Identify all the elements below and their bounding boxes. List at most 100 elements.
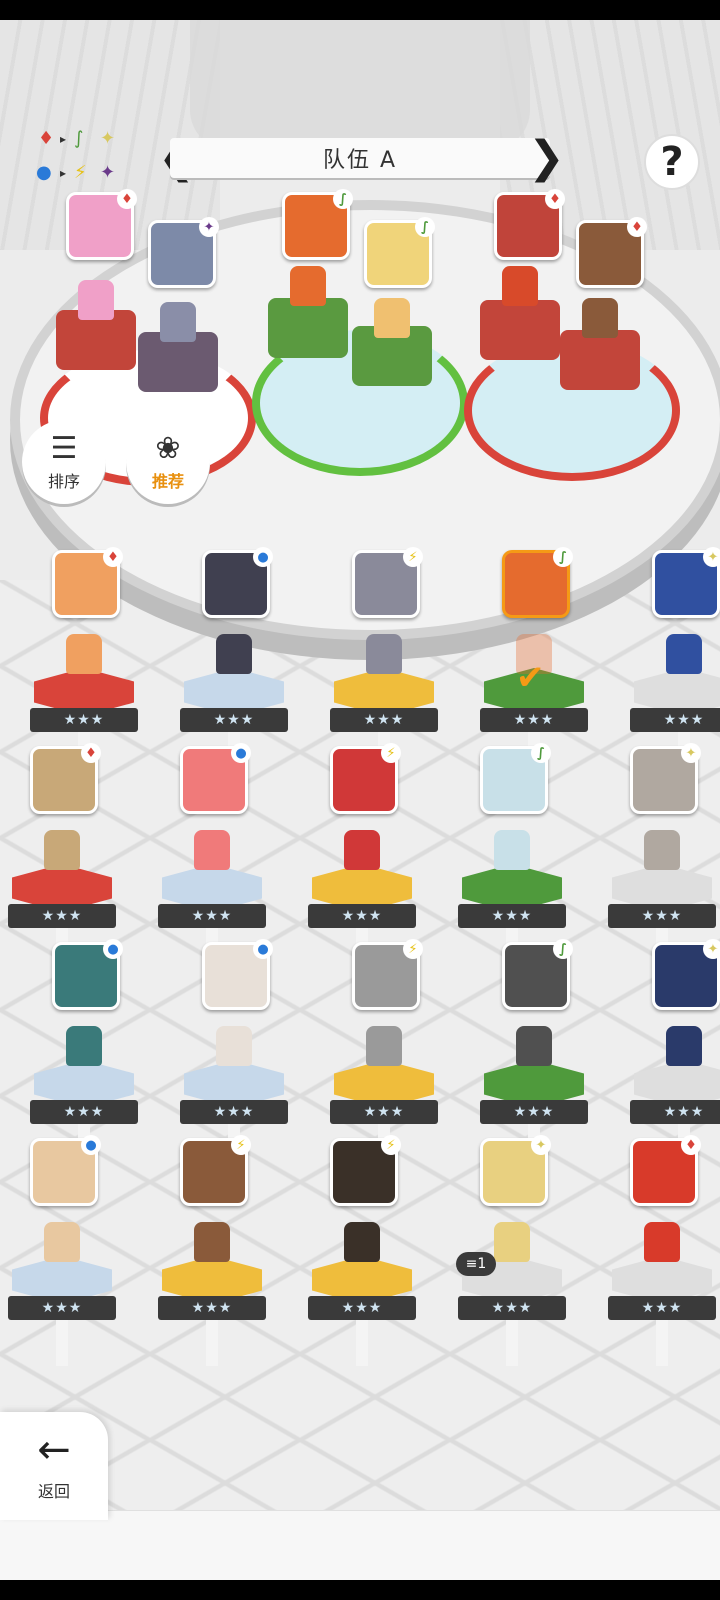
fire-icon: ♦	[81, 743, 101, 763]
roster-character-avatar[interactable]: ✦	[652, 547, 720, 618]
leaf-icon: ∫	[553, 939, 573, 959]
roster-sprite	[344, 830, 380, 870]
leaf-icon: ∫	[333, 189, 353, 209]
roster-sprite	[344, 1222, 380, 1262]
roster-pedestal: ★★★	[180, 668, 288, 778]
game-screen: ♦ ▸ ∫ ✦ ● ▸ ⚡ ✦ ❮ 队伍 A ❯ ? ♦ ✦ ∫ ∫ ♦ ♦ ☰…	[0, 20, 720, 1580]
thunder-icon: ⚡	[403, 547, 423, 567]
light-icon: ✦	[100, 128, 116, 149]
leaf-icon: ∫	[531, 743, 551, 763]
roster-character-avatar[interactable]: ⚡	[352, 547, 423, 618]
element-cycle-legend[interactable]: ♦ ▸ ∫ ✦ ● ▸ ⚡ ✦	[34, 128, 134, 198]
roster-character-avatar[interactable]: ✦	[480, 1135, 551, 1206]
roster-character-avatar[interactable]: ♦	[52, 547, 123, 618]
team-slot-avatar[interactable]: ♦	[494, 189, 565, 260]
roster-pedestal: ★★★	[158, 1256, 266, 1366]
fire-icon: ♦	[545, 189, 565, 209]
back-button[interactable]: ← 返回	[0, 1412, 108, 1520]
roster-pedestal: ★★★	[308, 1256, 416, 1366]
team-title: 队伍 A	[322, 148, 398, 173]
roster-pedestal: ★★★	[30, 1060, 138, 1170]
arrow-icon: ▸	[60, 166, 67, 180]
arrow-icon: ▸	[60, 132, 67, 146]
recommend-label: 推荐	[151, 472, 184, 491]
roster-sprite	[494, 830, 530, 870]
thunder-icon: ⚡	[403, 939, 423, 959]
roster-character-avatar[interactable]: ●	[202, 939, 273, 1010]
roster-sprite	[366, 634, 402, 674]
star-rating: ★★★	[630, 1100, 720, 1124]
team-slot-avatar[interactable]: ♦	[576, 217, 647, 288]
recommend-icon: ❀	[155, 431, 181, 466]
pedestal-pole	[656, 1320, 668, 1366]
roster-character-avatar[interactable]: ♦	[30, 743, 101, 814]
roster-pedestal: ★★★	[608, 864, 716, 974]
team-slot-avatar[interactable]: ♦	[66, 189, 137, 260]
team-slot-avatar[interactable]: ∫	[282, 189, 353, 260]
dark-icon: ✦	[100, 162, 116, 183]
light-icon: ✦	[703, 939, 720, 959]
team-title-bar: 队伍 A	[170, 138, 550, 178]
roster-sprite	[66, 1026, 102, 1066]
roster-pedestal: ★★★	[158, 864, 266, 974]
roster-character-avatar[interactable]: ●	[52, 939, 123, 1010]
star-rating: ★★★	[8, 1296, 116, 1320]
fire-icon: ♦	[627, 217, 647, 237]
roster-character-avatar[interactable]: ⚡	[330, 1135, 401, 1206]
roster-pedestal: ★★★	[30, 668, 138, 778]
pedestal-pole	[206, 1320, 218, 1366]
roster-character-avatar[interactable]: ✦	[630, 743, 701, 814]
roster-character-avatar[interactable]: ●	[202, 547, 273, 618]
roster-character-avatar[interactable]: ∫	[502, 547, 573, 618]
fire-icon: ♦	[117, 189, 137, 209]
roster-pedestal: ★★★	[458, 864, 566, 974]
roster-character-avatar[interactable]: ⚡	[180, 1135, 251, 1206]
water-icon: ●	[253, 939, 273, 959]
roster-character-avatar[interactable]: ●	[30, 1135, 101, 1206]
roster-pedestal: ★★★	[180, 1060, 288, 1170]
team-slot-avatar[interactable]: ∫	[364, 217, 435, 288]
roster-character-avatar[interactable]: ⚡	[330, 743, 401, 814]
star-rating: ★★★	[330, 1100, 438, 1124]
team-block	[560, 330, 640, 390]
thunder-icon: ⚡	[74, 162, 87, 183]
recommend-button[interactable]: ❀ 推荐	[126, 420, 210, 504]
roster-character-avatar[interactable]: ●	[180, 743, 251, 814]
roster-sprite	[644, 830, 680, 870]
star-rating: ★★★	[8, 904, 116, 928]
sort-button[interactable]: ☰ 排序	[22, 420, 106, 504]
star-rating: ★★★	[630, 708, 720, 732]
roster-sprite	[666, 634, 702, 674]
roster-character-avatar[interactable]: ∫	[480, 743, 551, 814]
roster-sprite	[44, 830, 80, 870]
roster-pedestal: ★★★	[308, 864, 416, 974]
star-rating: ★★★	[608, 904, 716, 928]
roster-sprite	[666, 1026, 702, 1066]
roster-character-avatar[interactable]: ⚡	[352, 939, 423, 1010]
water-icon: ●	[103, 939, 123, 959]
water-icon: ●	[36, 162, 52, 183]
selected-check-icon: ✔	[516, 658, 545, 698]
roster-sprite	[194, 1222, 230, 1262]
fire-icon: ♦	[38, 128, 55, 149]
roster-character-avatar[interactable]: ∫	[502, 939, 573, 1010]
roster-sprite	[216, 1026, 252, 1066]
team-slot-avatar[interactable]: ✦	[148, 217, 219, 288]
roster-pedestal: ★★★	[630, 1060, 720, 1170]
roster-pedestal: ★★★	[330, 668, 438, 778]
next-team-button[interactable]: ❯	[528, 132, 565, 184]
sort-label: 排序	[47, 472, 80, 491]
star-rating: ★★★	[30, 1100, 138, 1124]
roster-pedestal: ★★★	[630, 668, 720, 778]
team-sprite	[582, 298, 618, 338]
help-button[interactable]: ?	[644, 134, 700, 190]
roster-pedestal: ★★★	[8, 1256, 116, 1366]
back-arrow-icon: ←	[37, 1427, 71, 1473]
roster-character-avatar[interactable]: ✦	[652, 939, 720, 1010]
roster-sprite	[44, 1222, 80, 1262]
dark-icon: ✦	[199, 217, 219, 237]
roster-character-avatar[interactable]: ♦	[630, 1135, 701, 1206]
roster-sprite	[644, 1222, 680, 1262]
roster-sprite	[66, 634, 102, 674]
star-rating: ★★★	[180, 1100, 288, 1124]
